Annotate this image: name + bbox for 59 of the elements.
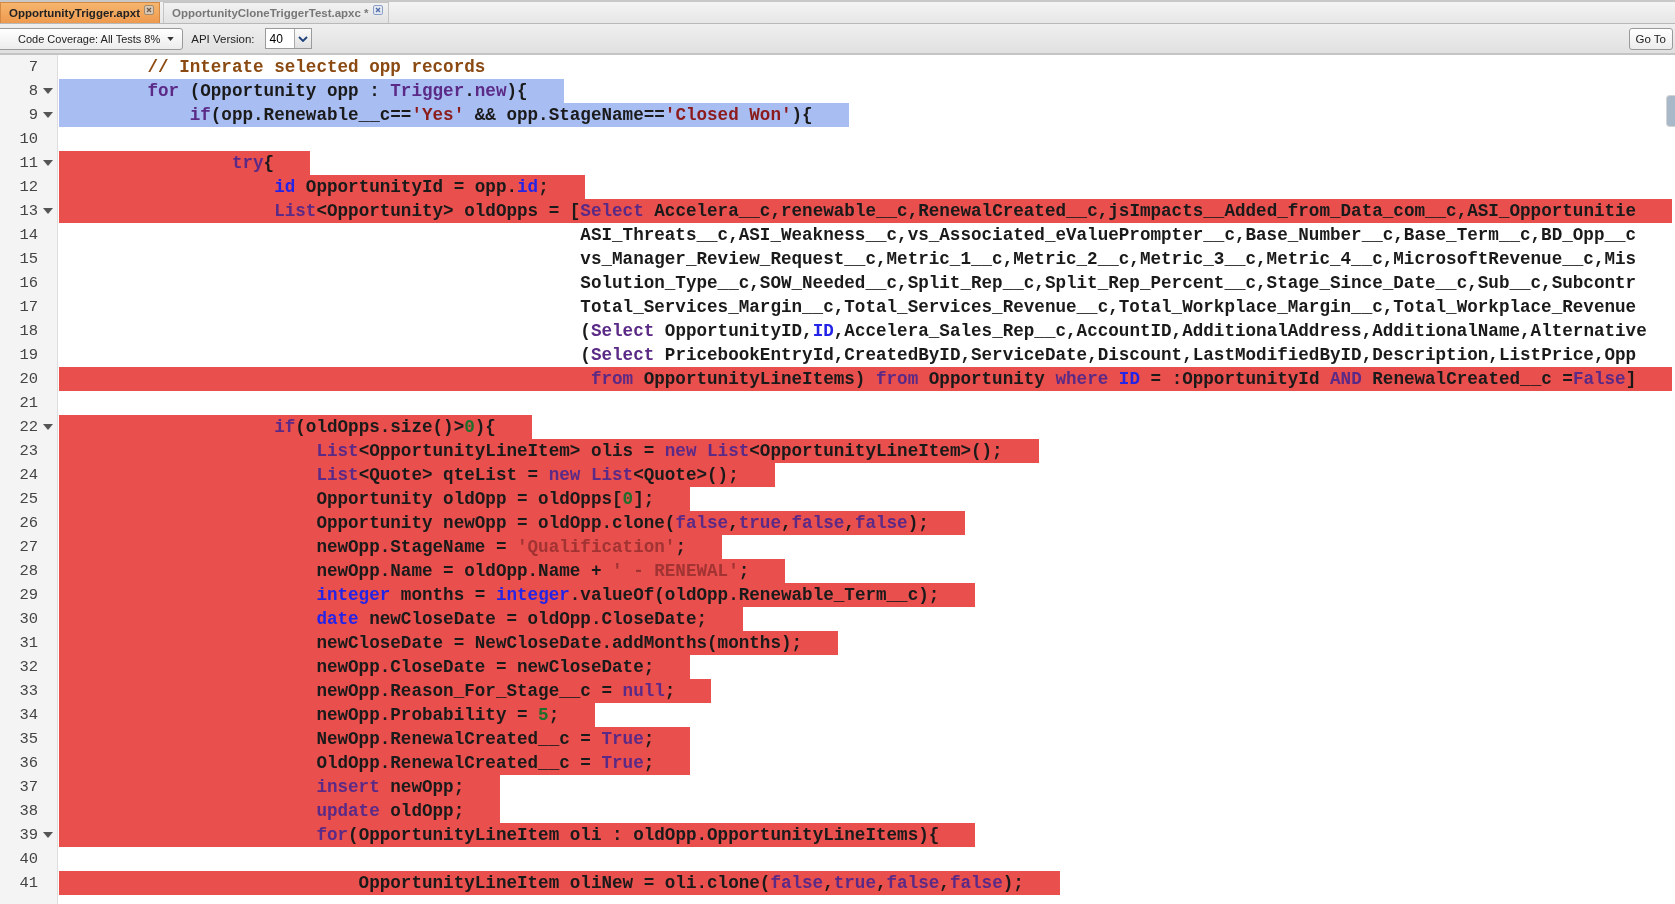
line-number: 13 — [18, 202, 38, 220]
close-icon[interactable] — [144, 5, 154, 15]
fold-arrow-icon[interactable] — [42, 208, 53, 214]
code-line: (Select PricebookEntryId,CreatedByID,ServiceDate,Discount,LastModifiedByID,Description,ListPrice,Opp — [579, 344, 1638, 367]
fold-arrow-icon[interactable] — [42, 88, 53, 94]
close-icon[interactable] — [372, 5, 383, 15]
caret-icon — [167, 36, 175, 41]
line-number: 20 — [18, 370, 38, 388]
line-number: 33 — [18, 682, 38, 700]
code-line: vs_Manager_Review_Request__c,Metric_1__c,Metric_2__c,Metric_3__c,Metric_4__c,MicrosoftRevenue__c,Mis — [579, 248, 1638, 271]
line-number: 15 — [18, 250, 38, 268]
line-number: 32 — [18, 658, 38, 676]
api-version-select[interactable]: 40 — [264, 28, 312, 49]
line-number: 34 — [18, 706, 38, 724]
line-number: 36 — [18, 754, 38, 772]
fold-arrow-icon[interactable] — [42, 160, 53, 166]
line-number: 39 — [18, 826, 38, 844]
line-number: 7 — [27, 58, 38, 76]
line-number: 18 — [18, 322, 38, 340]
line-number: 17 — [18, 298, 38, 316]
line-number: 26 — [18, 514, 38, 532]
line-number: 28 — [18, 562, 38, 580]
code-line: (Select OpportunityID,ID,Accelera_Sales_Rep__c,AccountID,AdditionalAddress,AdditionalName,Alternative — [579, 320, 1648, 343]
line-number: 35 — [18, 730, 38, 748]
line-number: 8 — [27, 82, 38, 100]
fold-arrow-icon[interactable] — [42, 832, 53, 838]
line-number: 30 — [18, 610, 38, 628]
line-number: 24 — [18, 466, 38, 484]
chevron-down-icon — [297, 35, 308, 42]
line-number: 38 — [18, 802, 38, 820]
line-number: 22 — [18, 418, 38, 436]
line-number: 29 — [18, 586, 38, 604]
line-number: 37 — [18, 778, 38, 796]
code-line: ASI_Threats__c,ASI_Weakness__c,vs_Associated_eValuePrompter__c,Base_Number__c,Base_Term__c,BD_Opp__c — [579, 224, 1638, 247]
line-number: 12 — [18, 178, 38, 196]
api-version-label: API Version: — [191, 32, 255, 45]
code-line: Total_Services_Margin__c,Total_Services_Revenue__c,Total_Workplace_Margin__c,Total_Workplace_Revenue — [579, 296, 1638, 319]
line-number: 23 — [18, 442, 38, 460]
fold-arrow-icon[interactable] — [42, 424, 53, 430]
line-number: 16 — [18, 274, 38, 292]
go-to-button[interactable]: Go To — [1628, 27, 1673, 50]
line-number: 31 — [18, 634, 38, 652]
line-number: 40 — [18, 850, 38, 868]
code-line: Solution_Type__c,SOW_Needed__c,Split_Rep__c,Split_Rep_Percent__c,Stage_Since_Date__c,Sub__c,Subcontr — [579, 272, 1638, 295]
line-number: 27 — [18, 538, 38, 556]
line-number: 25 — [18, 490, 38, 508]
line-number: 11 — [18, 154, 38, 172]
file-tab[interactable]: OpportunityTrigger.apxt — [0, 2, 160, 23]
code-line: // Interate selected opp records — [146, 56, 487, 79]
fold-arrow-icon[interactable] — [42, 112, 53, 118]
line-number: 14 — [18, 226, 38, 244]
file-tab[interactable]: OpportunityCloneTriggerTest.apxc * — [163, 2, 389, 23]
scroll-handle[interactable] — [1666, 95, 1675, 127]
line-number: 21 — [18, 394, 38, 412]
line-number: 41 — [18, 874, 38, 892]
line-number: 10 — [18, 130, 38, 148]
coverage-dropdown[interactable]: Code Coverage: All Tests 8% — [0, 27, 184, 50]
line-number: 19 — [18, 346, 38, 364]
line-number: 9 — [27, 106, 38, 124]
